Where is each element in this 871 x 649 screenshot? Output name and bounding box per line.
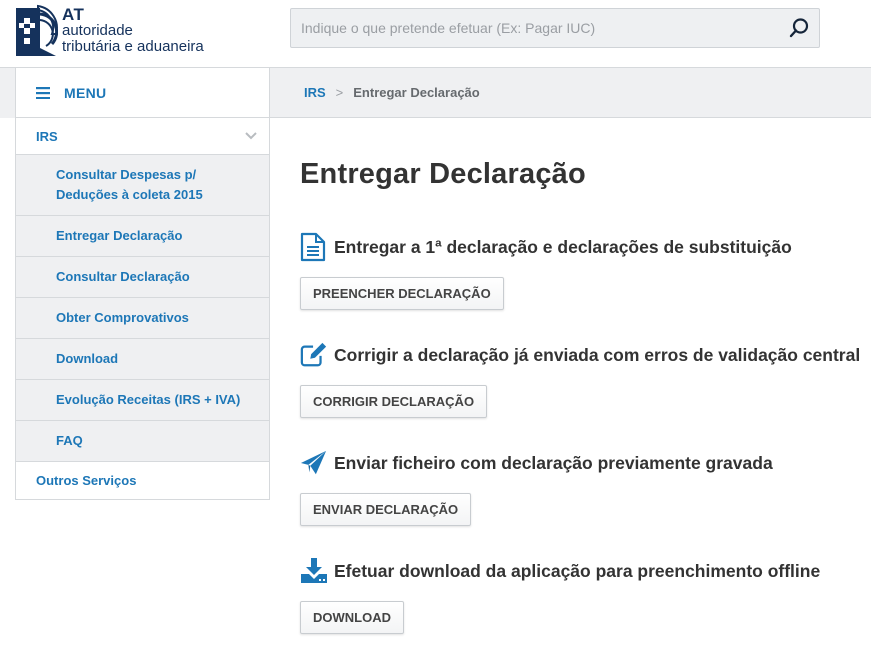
- sidebar-item-label: Consultar Despesas p/ Deduções à coleta …: [56, 167, 203, 202]
- sidebar-item-download[interactable]: Download: [16, 339, 269, 380]
- sidebar-item-evolucao-receitas[interactable]: Evolução Receitas (IRS + IVA): [16, 380, 269, 421]
- section-entregar: Entregar a 1ª declaração e declarações d…: [300, 232, 860, 310]
- sidebar-section-outros-servicos[interactable]: Outros Serviços: [16, 462, 269, 499]
- menu-toggle-button[interactable]: MENU: [15, 67, 270, 118]
- sidebar-section-label: IRS: [36, 128, 58, 144]
- at-logo[interactable]: AT autoridade tributária e aduaneira: [16, 3, 236, 59]
- breadcrumb: IRS > Entregar Declaração: [270, 67, 871, 118]
- breadcrumb-current: Entregar Declaração: [353, 85, 480, 100]
- sidebar-item-faq[interactable]: FAQ: [16, 421, 269, 462]
- logo-line-1: autoridade: [62, 22, 133, 39]
- enviar-declaracao-button[interactable]: ENVIAR DECLARAÇÃO: [300, 493, 472, 526]
- paper-plane-icon: [300, 449, 328, 477]
- section-enviar: Enviar ficheiro com declaração previamen…: [300, 448, 860, 526]
- sidebar-item-label: Consultar Declaração: [56, 269, 190, 284]
- sidebar-item-entregar-declaracao[interactable]: Entregar Declaração: [16, 216, 269, 257]
- sidebar-item-label: Obter Comprovativos: [56, 310, 189, 325]
- breadcrumb-link-irs[interactable]: IRS: [304, 85, 326, 100]
- sidebar-item-label: FAQ: [56, 433, 83, 448]
- corrigir-declaracao-button[interactable]: CORRIGIR DECLARAÇÃO: [300, 385, 488, 418]
- search-icon: [789, 18, 809, 38]
- section-download: Efetuar download da aplicação para preen…: [300, 556, 860, 634]
- logo-line-2: tributária e aduaneira: [62, 38, 204, 55]
- bar-spacer: [0, 67, 15, 118]
- site-header: AT autoridade tributária e aduaneira: [0, 0, 871, 67]
- sidebar-section-irs[interactable]: IRS: [16, 118, 269, 155]
- sidebar-item-label: Evolução Receitas (IRS + IVA): [56, 392, 241, 407]
- portugal-shield-icon: [16, 4, 58, 56]
- section-title: Enviar ficheiro com declaração previamen…: [334, 452, 773, 473]
- search-box: [290, 8, 820, 48]
- sidebar-item-obter-comprovativos[interactable]: Obter Comprovativos: [16, 298, 269, 339]
- section-title: Entregar a 1ª declaração e declarações d…: [334, 236, 792, 257]
- hamburger-icon: [36, 87, 50, 99]
- menu-label: MENU: [64, 85, 107, 101]
- section-title: Efetuar download da aplicação para preen…: [334, 560, 821, 581]
- sidebar-menu: IRS Consultar Despesas p/ Deduções à col…: [15, 117, 270, 500]
- sidebar-item-consultar-declaracao[interactable]: Consultar Declaração: [16, 257, 269, 298]
- preencher-declaracao-button[interactable]: PREENCHER DECLARAÇÃO: [300, 277, 504, 310]
- search-input[interactable]: [291, 9, 779, 47]
- sidebar-item-consultar-despesas[interactable]: Consultar Despesas p/ Deduções à coleta …: [16, 155, 269, 216]
- chevron-down-icon: [245, 132, 257, 140]
- section-corrigir: Corrigir a declaração já enviada com err…: [300, 340, 861, 418]
- page-title: Entregar Declaração: [300, 158, 586, 190]
- download-button[interactable]: DOWNLOAD: [300, 601, 404, 634]
- document-icon: [300, 232, 328, 262]
- breadcrumb-separator: >: [335, 85, 344, 100]
- logo-text: AT autoridade tributária e aduaneira: [62, 5, 204, 55]
- section-title: Corrigir a declaração já enviada com err…: [334, 344, 861, 365]
- download-icon: [300, 557, 328, 585]
- sidebar-item-label: Entregar Declaração: [56, 228, 183, 243]
- search-button[interactable]: [779, 9, 819, 47]
- sidebar-section-label: Outros Serviços: [36, 473, 137, 488]
- sidebar-item-label: Download: [56, 351, 119, 366]
- logo-acronym: AT: [62, 5, 85, 24]
- edit-icon: [300, 341, 328, 369]
